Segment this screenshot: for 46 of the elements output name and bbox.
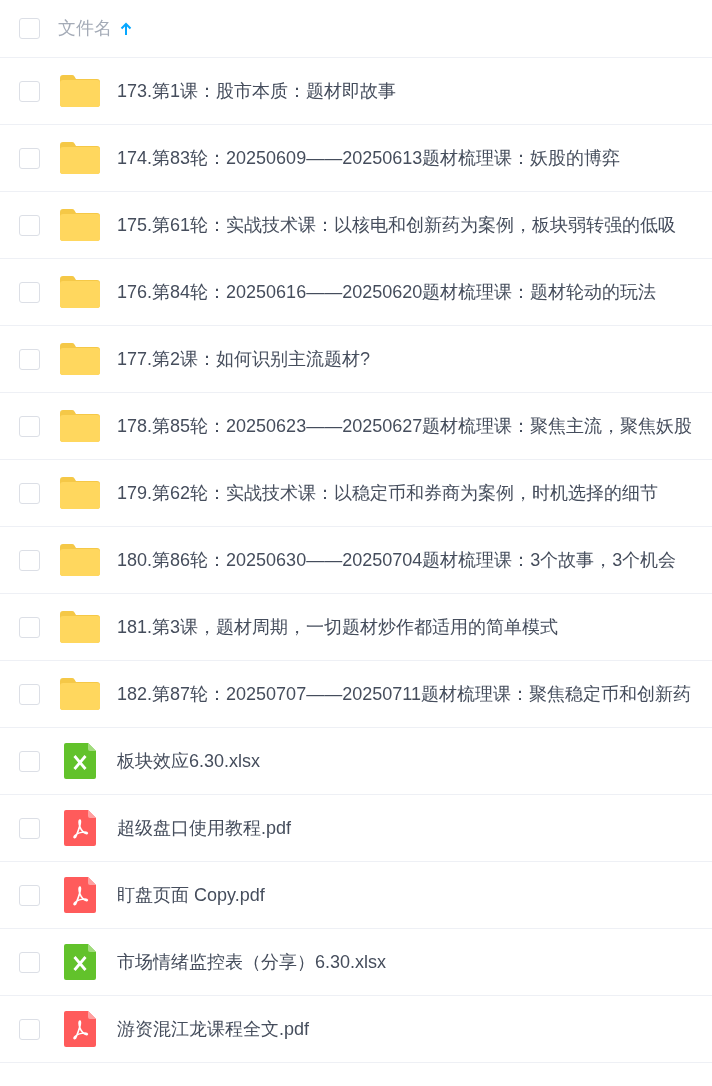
pdf-icon — [64, 877, 96, 913]
file-name[interactable]: 179.第62轮：实战技术课：以稳定币和券商为案例，时机选择的细节 — [117, 479, 659, 507]
folder-icon — [60, 276, 100, 308]
file-name[interactable]: 181.第3课，题材周期，一切题材炒作都适用的简单模式 — [117, 613, 559, 641]
folder-icon — [60, 343, 100, 375]
folder-icon — [60, 75, 100, 107]
checkbox[interactable] — [19, 549, 40, 571]
checkbox[interactable] — [19, 951, 40, 973]
checkbox[interactable] — [19, 616, 40, 638]
checkbox[interactable] — [19, 817, 40, 839]
file-name[interactable]: 超级盘口使用教程.pdf — [117, 814, 292, 842]
file-name[interactable]: 173.第1课：股市本质：题材即故事 — [117, 77, 397, 105]
checkbox[interactable] — [19, 281, 40, 303]
folder-icon — [60, 477, 100, 509]
checkbox[interactable] — [19, 18, 40, 39]
file-name[interactable]: 游资混江龙课程全文.pdf — [117, 1015, 310, 1043]
checkbox[interactable] — [19, 415, 40, 437]
folder-icon — [60, 678, 100, 710]
file-name[interactable]: 182.第87轮：20250707——20250711题材梳理课：聚焦稳定币和创新药 — [117, 680, 691, 708]
checkbox[interactable] — [19, 214, 40, 236]
file-name[interactable]: 180.第86轮：20250630——20250704题材梳理课：3个故事，3个机会 — [117, 546, 677, 574]
pdf-icon — [64, 810, 96, 846]
folder-icon — [60, 209, 100, 241]
checkbox[interactable] — [19, 683, 40, 705]
file-name[interactable]: 177.第2课：如何识别主流题材? — [117, 345, 371, 373]
folder-icon — [60, 410, 100, 442]
file-name[interactable]: 176.第84轮：20250616——20250620题材梳理课：题材轮动的玩法 — [117, 278, 657, 306]
checkbox[interactable] — [19, 80, 40, 102]
file-name[interactable]: 178.第85轮：20250623——20250627题材梳理课：聚焦主流，聚焦妖股 — [117, 412, 693, 440]
spreadsheet-icon — [64, 944, 96, 980]
checkbox[interactable] — [19, 348, 40, 370]
pdf-icon — [64, 1011, 96, 1047]
checkbox[interactable] — [19, 1018, 40, 1040]
file-name[interactable]: 市场情绪监控表（分享）6.30.xlsx — [117, 948, 387, 976]
folder-icon — [60, 142, 100, 174]
file-name[interactable]: 板块效应6.30.xlsx — [117, 747, 261, 775]
file-name[interactable]: 174.第83轮：20250609——20250613题材梳理课：妖股的博弈 — [117, 144, 621, 172]
checkbox[interactable] — [19, 482, 40, 504]
folder-icon — [60, 611, 100, 643]
checkbox[interactable] — [19, 750, 40, 772]
folder-icon — [60, 544, 100, 576]
spreadsheet-icon — [64, 743, 96, 779]
file-name[interactable]: 盯盘页面 Copy.pdf — [117, 881, 265, 909]
checkbox[interactable] — [19, 884, 40, 906]
file-name[interactable]: 175.第61轮：实战技术课：以核电和创新药为案例，板块弱转强的低吸 — [117, 211, 677, 239]
checkbox[interactable] — [19, 147, 40, 169]
